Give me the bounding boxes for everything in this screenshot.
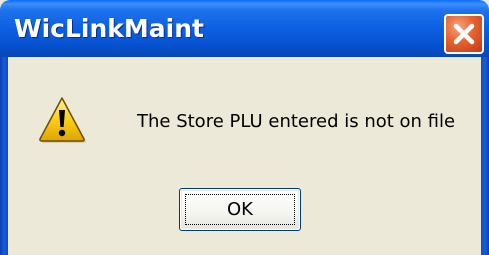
dialog-message: The Store PLU entered is not on file xyxy=(137,111,456,132)
window-frame-left xyxy=(0,57,8,255)
ok-button[interactable]: OK xyxy=(179,188,301,231)
message-box-dialog: WicLinkMaint The Store PLU entered is no… xyxy=(0,0,489,255)
warning-icon xyxy=(39,97,86,143)
close-button[interactable] xyxy=(444,14,484,54)
window-frame-right xyxy=(481,57,489,255)
window-title: WicLinkMaint xyxy=(14,14,204,43)
close-icon xyxy=(453,23,475,45)
title-bar[interactable]: WicLinkMaint xyxy=(0,0,489,57)
ok-button-label: OK xyxy=(227,199,253,220)
